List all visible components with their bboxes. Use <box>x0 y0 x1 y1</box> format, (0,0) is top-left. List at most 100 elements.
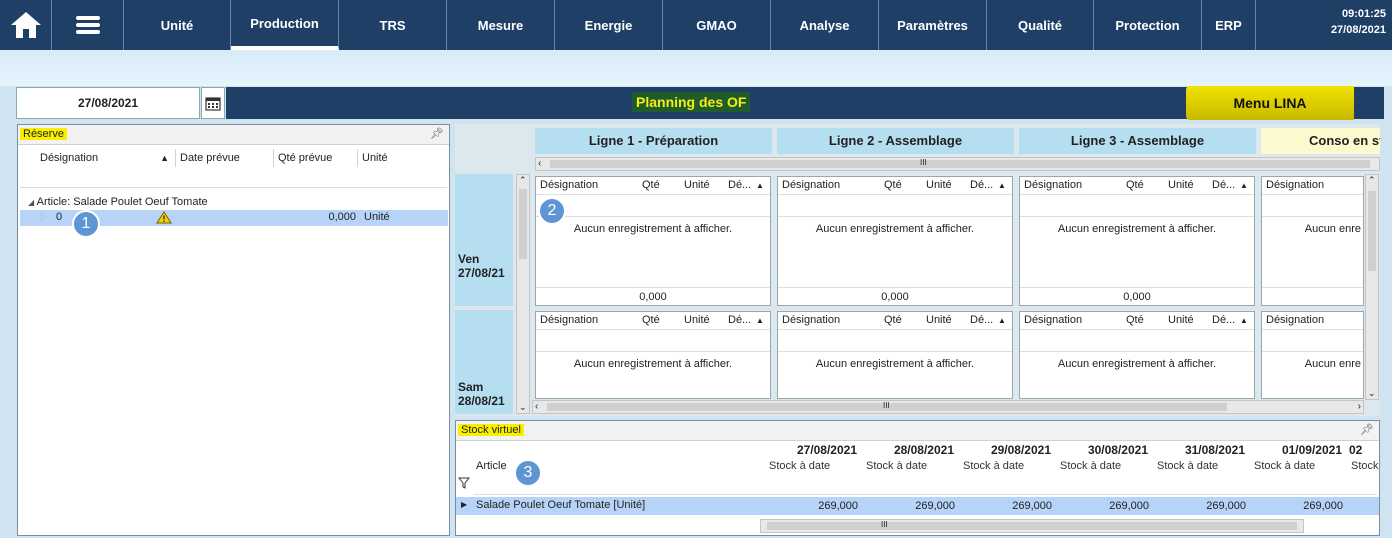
empty-message: Aucun enregistrement à afficher. <box>815 223 975 235</box>
total-value: 0,000 <box>778 287 1012 305</box>
col-de[interactable]: Dé... <box>970 314 993 326</box>
collapse-icon[interactable]: ◢ <box>28 198 34 207</box>
filter-row[interactable] <box>778 195 1012 217</box>
bottom-horizontal-scrollbar[interactable]: ‹ III › <box>532 400 1364 414</box>
scroll-up-icon[interactable]: ⌃ <box>519 175 527 186</box>
col-unite[interactable]: Unité <box>358 149 448 167</box>
col-de[interactable]: Dé... <box>970 179 993 191</box>
nav-parametres[interactable]: Paramètres <box>879 0 987 50</box>
menu-lina-button[interactable]: Menu LINA <box>1186 86 1354 120</box>
col-de[interactable]: Dé... <box>1212 179 1235 191</box>
stock-value: 269,000 <box>1303 500 1343 512</box>
nav-label: Energie <box>584 17 633 33</box>
scroll-thumb[interactable] <box>550 160 1370 168</box>
stock-horizontal-scrollbar[interactable]: III <box>760 519 1304 533</box>
filter-row[interactable] <box>1262 330 1363 352</box>
pin-icon[interactable]: 📌︎ <box>1360 423 1374 436</box>
scroll-left-icon[interactable]: ‹ <box>538 158 541 169</box>
home-icon <box>10 12 41 38</box>
nav-unite[interactable]: Unité <box>124 0 231 50</box>
filter-row[interactable] <box>474 475 1377 495</box>
scroll-thumb[interactable] <box>767 522 1297 530</box>
col-qte[interactable]: Qté <box>1126 314 1144 326</box>
col-de[interactable]: Dé... <box>728 179 751 191</box>
nav-trs[interactable]: TRS <box>339 0 447 50</box>
stock-value: 269,000 <box>818 500 858 512</box>
pin-icon[interactable]: 📌︎ <box>430 127 444 140</box>
scroll-thumb[interactable] <box>1368 191 1376 271</box>
scroll-down-icon[interactable]: ⌄ <box>519 402 527 413</box>
filter-row[interactable] <box>1020 330 1254 352</box>
filter-row[interactable] <box>1262 195 1363 217</box>
col-designation[interactable]: Désignation <box>540 179 598 191</box>
col-designation[interactable]: Désignation <box>1266 179 1324 191</box>
col-unite[interactable]: Unité <box>1168 179 1194 191</box>
home-button[interactable] <box>0 0 52 50</box>
col-unite[interactable]: Unité <box>1168 314 1194 326</box>
filter-row[interactable] <box>1020 195 1254 217</box>
filter-row[interactable] <box>536 195 770 217</box>
scroll-thumb[interactable] <box>519 189 527 259</box>
col-qte-prevue[interactable]: Qté prévue <box>274 149 358 167</box>
stock-value: 269,000 <box>1109 500 1149 512</box>
nav-protection[interactable]: Protection <box>1094 0 1202 50</box>
line-header-4: Conso en st <box>1261 128 1380 154</box>
col-designation[interactable]: Désignation <box>782 314 840 326</box>
col-qte[interactable]: Qté <box>1126 179 1144 191</box>
filter-row[interactable] <box>20 168 447 188</box>
col-de[interactable]: Dé... <box>728 314 751 326</box>
nav-energie[interactable]: Energie <box>555 0 663 50</box>
col-qte[interactable]: Qté <box>642 179 660 191</box>
date-header: 27/08/2021 <box>796 443 857 457</box>
cell-header: Désignation Qté Unité Dé... ▲ <box>536 312 770 330</box>
scroll-left-icon[interactable]: ‹ <box>535 401 538 412</box>
sub-header: Stock à date <box>1254 460 1316 472</box>
calendar-button[interactable] <box>201 87 225 119</box>
header-band <box>0 50 1392 86</box>
filter-icon[interactable] <box>457 477 471 492</box>
expand-icon[interactable]: ▷ <box>40 211 47 222</box>
nav-label: ERP <box>1215 17 1242 33</box>
nav-qualite[interactable]: Qualité <box>987 0 1094 50</box>
nav-label: Protection <box>1115 17 1180 33</box>
article-header[interactable]: Article <box>476 460 507 472</box>
col-date-prevue[interactable]: Date prévue <box>176 149 274 167</box>
plan-cell: Désignation Qté Unité Dé... ▲ Aucun enregist… <box>1019 176 1255 306</box>
top-horizontal-scrollbar[interactable]: ‹ III <box>535 157 1380 171</box>
col-de[interactable]: Dé... <box>1212 314 1235 326</box>
filter-row[interactable] <box>536 330 770 352</box>
left-vertical-scrollbar[interactable]: ⌃ ⌄ <box>516 174 530 414</box>
nav-analyse[interactable]: Analyse <box>771 0 879 50</box>
right-vertical-scrollbar[interactable]: ⌃ ⌄ <box>1365 174 1379 400</box>
date-field[interactable]: 27/08/2021 <box>16 87 200 119</box>
nav-production[interactable]: Production <box>231 0 339 50</box>
scroll-down-icon[interactable]: ⌄ <box>1368 388 1376 399</box>
col-designation[interactable]: Désignation <box>1024 179 1082 191</box>
col-designation[interactable]: Désignation <box>782 179 840 191</box>
scroll-right-icon[interactable]: › <box>1358 401 1361 412</box>
nav-erp[interactable]: ERP <box>1202 0 1256 50</box>
filter-row[interactable] <box>778 330 1012 352</box>
col-designation[interactable]: Désignation <box>1266 314 1324 326</box>
col-qte[interactable]: Qté <box>884 314 902 326</box>
sub-header: Stock à date <box>1060 460 1122 472</box>
group-row[interactable]: ◢ Article: Salade Poulet Oeuf Tomate <box>20 194 448 210</box>
menu-button[interactable] <box>52 0 124 50</box>
col-designation[interactable]: Désignation ▲ <box>20 149 176 167</box>
day-header-sam: Sam 28/08/21 <box>455 310 513 414</box>
col-designation[interactable]: Désignation <box>540 314 598 326</box>
col-unite[interactable]: Unité <box>926 314 952 326</box>
col-qte[interactable]: Qté <box>642 314 660 326</box>
nav-mesure[interactable]: Mesure <box>447 0 555 50</box>
sort-asc-icon: ▲ <box>998 316 1006 325</box>
col-qte[interactable]: Qté <box>884 179 902 191</box>
scroll-up-icon[interactable]: ⌃ <box>1368 175 1376 186</box>
nav-gmao[interactable]: GMAO <box>663 0 771 50</box>
col-unite[interactable]: Unité <box>926 179 952 191</box>
scroll-grip: III <box>881 520 888 529</box>
col-unite[interactable]: Unité <box>684 314 710 326</box>
col-unite[interactable]: Unité <box>684 179 710 191</box>
cell-header: Désignation Qté Unité Dé... ▲ <box>1020 312 1254 330</box>
empty-message: Aucun enregistrement à afficher. <box>573 358 733 370</box>
col-designation[interactable]: Désignation <box>1024 314 1082 326</box>
